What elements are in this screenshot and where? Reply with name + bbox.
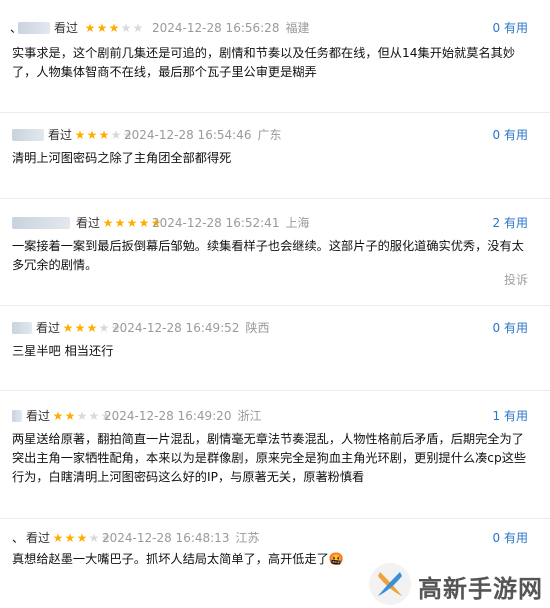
- review-content: 两星送给原著，翻拍简直一片混乱，剧情毫无章法节奏混乱，人物性格前后矛盾，后期完全…: [12, 432, 527, 484]
- useful-count: 0: [492, 531, 501, 545]
- useful-label: 有用: [503, 531, 528, 545]
- username[interactable]: [12, 217, 70, 229]
- username[interactable]: [18, 22, 50, 34]
- useful-button[interactable]: 1 有用: [493, 406, 528, 426]
- watched-label: 看过: [36, 321, 61, 335]
- star-filled-icon: ★: [114, 216, 126, 230]
- useful-button[interactable]: 2 有用: [493, 213, 528, 233]
- review-location: 江苏: [235, 531, 260, 545]
- useful-button[interactable]: 0 有用: [493, 125, 528, 145]
- star-filled-icon: ★: [52, 409, 64, 423]
- divider: [0, 112, 550, 113]
- watermark: 高新手游网: [350, 560, 550, 608]
- review-timestamp: 2024-12-28 16:52:41 上海: [152, 216, 310, 230]
- star-filled-icon: ★: [108, 21, 120, 35]
- useful-count: 0: [492, 21, 501, 35]
- star-filled-icon: ★: [76, 531, 88, 545]
- watched-label: 看过: [26, 409, 51, 423]
- review-location: 福建: [285, 21, 310, 35]
- star-empty-icon: ★: [76, 409, 88, 423]
- star-filled-icon: ★: [86, 128, 98, 142]
- review-meta: 、 看过 ★★★★★ 2024-12-28 16:48:13 江苏 0 有用: [0, 528, 550, 548]
- rating-stars: ★★★★★: [84, 18, 144, 38]
- useful-count: 0: [492, 128, 501, 142]
- divider: [0, 390, 550, 391]
- star-empty-icon: ★: [88, 531, 100, 545]
- review-location: 浙江: [237, 409, 262, 423]
- star-filled-icon: ★: [64, 531, 76, 545]
- review-list: 、 看过 ★★★★★ 2024-12-28 16:56:28 福建 0 有用 实事…: [0, 0, 550, 608]
- review-content: 实事求是，这个剧前几集还是可追的，剧情和节奏以及任务都在线，但从14集开始就莫名…: [12, 46, 516, 79]
- review-content: 三星半吧 相当还行: [12, 344, 114, 358]
- useful-button[interactable]: 0 有用: [493, 318, 528, 338]
- useful-button[interactable]: 0 有用: [493, 528, 528, 548]
- star-filled-icon: ★: [96, 21, 108, 35]
- useful-label: 有用: [503, 128, 528, 142]
- review-location: 陕西: [245, 321, 270, 335]
- review-timestamp: 2024-12-28 16:49:20 浙江: [104, 409, 262, 423]
- star-filled-icon: ★: [86, 321, 98, 335]
- review-meta: 、 看过 ★★★★★ 2024-12-28 16:56:28 福建 0 有用: [0, 18, 550, 38]
- star-filled-icon: ★: [74, 128, 86, 142]
- star-empty-icon: ★: [98, 321, 110, 335]
- star-filled-icon: ★: [98, 128, 110, 142]
- star-empty-icon: ★: [120, 21, 132, 35]
- review-location: 上海: [285, 216, 310, 230]
- divider: [0, 518, 550, 519]
- star-filled-icon: ★: [62, 321, 74, 335]
- username[interactable]: [12, 129, 44, 141]
- review-timestamp: 2024-12-28 16:48:13 江苏: [102, 531, 260, 545]
- star-filled-icon: ★: [64, 409, 76, 423]
- star-empty-icon: ★: [110, 128, 122, 142]
- useful-count: 2: [492, 216, 501, 230]
- star-filled-icon: ★: [52, 531, 64, 545]
- useful-label: 有用: [503, 21, 528, 35]
- star-filled-icon: ★: [126, 216, 138, 230]
- watched-label: 看过: [48, 128, 73, 142]
- useful-label: 有用: [503, 216, 528, 230]
- avatar[interactable]: 、: [12, 528, 24, 548]
- useful-label: 有用: [503, 409, 528, 423]
- username[interactable]: [12, 322, 32, 334]
- review-meta: 看过 ★★★★★ 2024-12-28 16:49:52 陕西 0 有用: [0, 318, 550, 338]
- star-filled-icon: ★: [84, 21, 96, 35]
- review-meta: 看过 ★★★★★ 2024-12-28 16:54:46 广东 0 有用: [0, 125, 550, 145]
- review-timestamp: 2024-12-28 16:56:28 福建: [152, 21, 310, 35]
- useful-label: 有用: [503, 321, 528, 335]
- review-content: 一案接着一案到最后扳倒幕后邹勉。续集看样子也会继续。这部片子的服化道确实优秀，没…: [12, 239, 524, 272]
- review-content: 清明上河图密码之除了主角团全部都得死: [12, 151, 232, 165]
- review-timestamp: 2024-12-28 16:54:46 广东: [124, 128, 282, 142]
- watched-label: 看过: [76, 216, 101, 230]
- useful-count: 0: [492, 321, 501, 335]
- review-meta: 看过 ★★★★★ 2024-12-28 16:52:41 上海 2 有用: [0, 213, 550, 233]
- rating-stars: ★★★★★: [52, 406, 112, 426]
- watermark-text: 高新手游网: [418, 575, 543, 603]
- star-empty-icon: ★: [88, 409, 100, 423]
- useful-count: 1: [492, 409, 501, 423]
- report-link[interactable]: 投诉: [504, 271, 528, 288]
- watched-label: 看过: [26, 531, 51, 545]
- star-filled-icon: ★: [74, 321, 86, 335]
- divider: [0, 198, 550, 199]
- star-filled-icon: ★: [102, 216, 114, 230]
- site-logo-icon: [369, 563, 411, 605]
- review-meta: 看过 ★★★★★ 2024-12-28 16:49:20 浙江 1 有用: [0, 406, 550, 426]
- review-timestamp: 2024-12-28 16:49:52 陕西: [112, 321, 270, 335]
- divider: [0, 305, 550, 306]
- username[interactable]: [12, 410, 22, 422]
- useful-button[interactable]: 0 有用: [493, 18, 528, 38]
- review-location: 广东: [257, 128, 282, 142]
- star-filled-icon: ★: [138, 216, 150, 230]
- star-empty-icon: ★: [132, 21, 144, 35]
- watched-label: 看过: [54, 21, 79, 35]
